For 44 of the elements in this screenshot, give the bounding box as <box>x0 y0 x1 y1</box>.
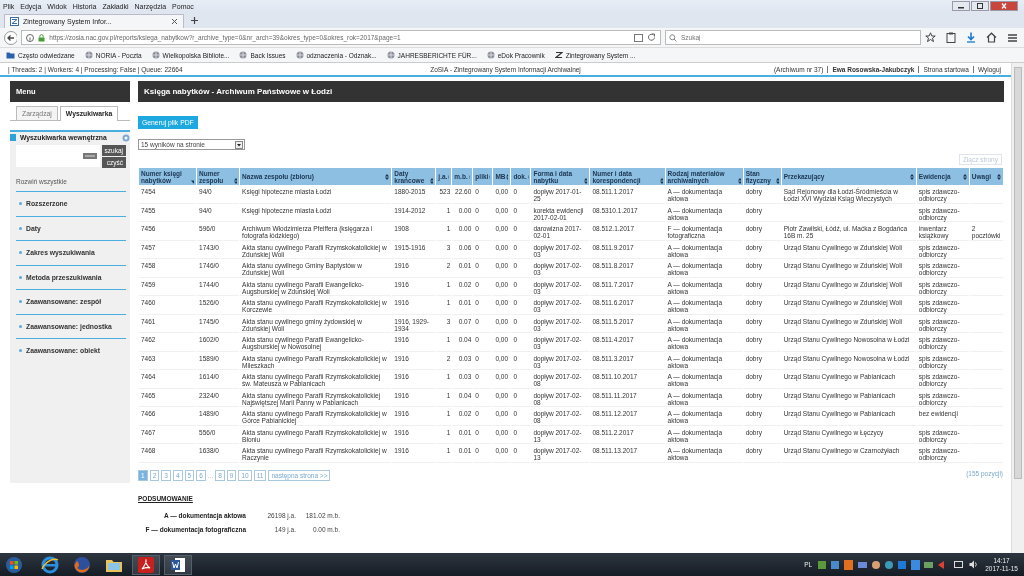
close-icon <box>1000 3 1008 9</box>
start-button[interactable] <box>6 556 22 573</box>
bullet-icon <box>19 226 22 230</box>
clipboard-icon[interactable] <box>946 32 956 43</box>
reload-icon[interactable] <box>646 33 656 42</box>
menu-icon[interactable] <box>1007 32 1018 43</box>
bullet-icon <box>19 275 22 279</box>
close-icon[interactable] <box>171 18 178 25</box>
action-center-icon[interactable] <box>954 560 964 569</box>
back-icon[interactable] <box>4 30 18 45</box>
globe-icon <box>386 51 395 59</box>
folder-icon <box>6 51 15 59</box>
volume-icon[interactable] <box>969 560 980 569</box>
page-icon <box>554 51 563 59</box>
bullet-icon <box>19 300 22 304</box>
maximize-icon <box>976 3 984 9</box>
dropdown-icon <box>235 140 243 149</box>
maximize-button[interactable] <box>971 1 989 11</box>
keyboard-icon[interactable] <box>82 153 97 159</box>
bullet-icon <box>19 349 22 353</box>
bullet-icon <box>19 202 22 206</box>
section-marker-icon <box>10 134 16 141</box>
globe-icon <box>295 51 304 59</box>
download-icon[interactable] <box>966 32 976 43</box>
close-button[interactable] <box>990 1 1018 11</box>
globe-icon <box>151 51 160 59</box>
info-icon[interactable] <box>26 33 35 42</box>
globe-icon <box>486 51 495 59</box>
bullet-icon <box>19 251 22 255</box>
home-icon[interactable] <box>986 32 997 43</box>
globe-icon <box>84 51 93 59</box>
search-input[interactable] <box>16 145 100 167</box>
scrollbar[interactable] <box>1011 63 1024 553</box>
minimize-button[interactable] <box>952 1 970 11</box>
pdf-icon[interactable] <box>132 554 160 575</box>
bullet-icon <box>19 324 22 328</box>
page-title: Księga nabytków - Archiwum Państwowe w Łodzi <box>138 81 1004 102</box>
new-tab-icon[interactable] <box>190 16 199 25</box>
reader-icon[interactable] <box>633 33 643 42</box>
star-icon[interactable] <box>925 32 936 43</box>
globe-icon <box>239 51 248 59</box>
document-icon[interactable] <box>164 554 192 575</box>
page-icon <box>10 17 19 26</box>
lock-icon <box>38 33 46 42</box>
